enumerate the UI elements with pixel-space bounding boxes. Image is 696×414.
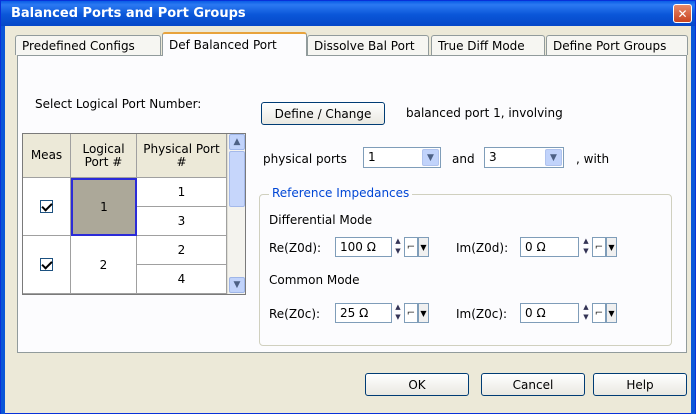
spinner-icon[interactable]: ▲ ▼	[581, 237, 591, 257]
window-border-left	[1, 26, 5, 414]
im-z0c-input[interactable]: 0 Ω	[520, 303, 579, 323]
physical-port-cell[interactable]: 4	[137, 265, 227, 294]
involving-text: balanced port 1, involving	[406, 106, 563, 120]
chevron-down-icon[interactable]: ▼	[418, 303, 429, 323]
header-physical: Physical Port #	[137, 134, 227, 178]
close-button[interactable]: ✕	[673, 4, 692, 23]
chevron-down-icon[interactable]: ▼	[418, 237, 429, 257]
window-title: Balanced Ports and Port Groups	[11, 6, 246, 21]
re-z0c-input[interactable]: 25 Ω	[335, 303, 392, 323]
step-icon[interactable]: ⌐	[404, 303, 418, 323]
help-button[interactable]: Help	[593, 373, 687, 396]
and-label: and	[452, 152, 475, 166]
re-z0d-label: Re(Z0d):	[269, 241, 322, 255]
dialog-window: Balanced Ports and Port Groups ✕ Predefi…	[0, 0, 696, 414]
physical-port-a-value: 1	[368, 150, 376, 164]
logical-port-cell[interactable]: 2	[71, 236, 137, 294]
step-icon[interactable]: ⌐	[592, 303, 606, 323]
scroll-down-icon[interactable]: ▼	[229, 277, 245, 293]
chevron-down-icon[interactable]: ▼	[545, 149, 562, 166]
differential-mode-label: Differential Mode	[269, 213, 373, 227]
physical-port-b-value: 3	[489, 150, 497, 164]
common-mode-label: Common Mode	[269, 273, 360, 287]
group-title: Reference Impedances	[269, 186, 413, 200]
with-label: , with	[576, 152, 610, 166]
define-change-button[interactable]: Define / Change	[261, 102, 385, 125]
tab-label: Predefined Configs	[22, 38, 135, 53]
chevron-down-icon[interactable]: ▼	[606, 303, 617, 323]
scroll-thumb[interactable]	[229, 151, 245, 207]
tab-true-diff-mode[interactable]: True Diff Mode	[431, 35, 545, 55]
title-bar: Balanced Ports and Port Groups ✕	[1, 1, 695, 26]
tab-label: Def Balanced Port	[169, 38, 277, 52]
scroll-up-icon[interactable]: ▲	[229, 134, 245, 150]
physical-port-cell[interactable]: 3	[137, 207, 227, 236]
physical-port-a-select[interactable]: 1 ▼	[363, 147, 441, 168]
spinner-icon[interactable]: ▲ ▼	[393, 237, 403, 257]
physical-port-b-select[interactable]: 3 ▼	[484, 147, 564, 168]
table-row-meas-1[interactable]	[23, 178, 71, 236]
im-z0c-label: Im(Z0c):	[456, 307, 508, 321]
tab-def-balanced-port[interactable]: Def Balanced Port	[162, 32, 307, 56]
tab-predefined-configs[interactable]: Predefined Configs	[15, 35, 161, 55]
im-z0d-input[interactable]: 0 Ω	[520, 237, 579, 257]
ok-button[interactable]: OK	[365, 373, 469, 396]
window-border-right	[691, 26, 695, 414]
port-table: Meas Logical Port # Physical Port # 1 1 …	[22, 133, 246, 295]
physical-ports-label: physical ports	[263, 152, 347, 166]
spinner-icon[interactable]: ▲ ▼	[581, 303, 591, 323]
re-z0c-label: Re(Z0c):	[269, 307, 321, 321]
spinner-icon[interactable]: ▲ ▼	[393, 303, 403, 323]
select-port-label: Select Logical Port Number:	[35, 97, 202, 111]
table-scrollbar[interactable]: ▲ ▼	[227, 134, 245, 294]
tab-define-port-groups[interactable]: Define Port Groups	[546, 35, 688, 55]
re-z0d-input[interactable]: 100 Ω	[335, 237, 392, 257]
chevron-down-icon[interactable]: ▼	[422, 149, 439, 166]
tab-label: Dissolve Bal Port	[314, 38, 415, 53]
header-meas: Meas	[23, 134, 71, 178]
physical-port-cell[interactable]: 1	[137, 178, 227, 207]
tab-dissolve-bal-port[interactable]: Dissolve Bal Port	[307, 35, 429, 55]
tab-label: True Diff Mode	[438, 38, 525, 53]
meas-checkbox[interactable]	[40, 258, 53, 271]
physical-port-cell[interactable]: 2	[137, 236, 227, 265]
logical-port-cell[interactable]: 1	[71, 178, 137, 236]
table-row-meas-2[interactable]	[23, 236, 71, 294]
tab-label: Define Port Groups	[553, 38, 667, 53]
meas-checkbox[interactable]	[40, 200, 53, 213]
step-icon[interactable]: ⌐	[592, 237, 606, 257]
header-logical: Logical Port #	[71, 134, 137, 178]
chevron-down-icon[interactable]: ▼	[606, 237, 617, 257]
im-z0d-label: Im(Z0d):	[456, 241, 509, 255]
cancel-button[interactable]: Cancel	[481, 373, 585, 396]
step-icon[interactable]: ⌐	[404, 237, 418, 257]
